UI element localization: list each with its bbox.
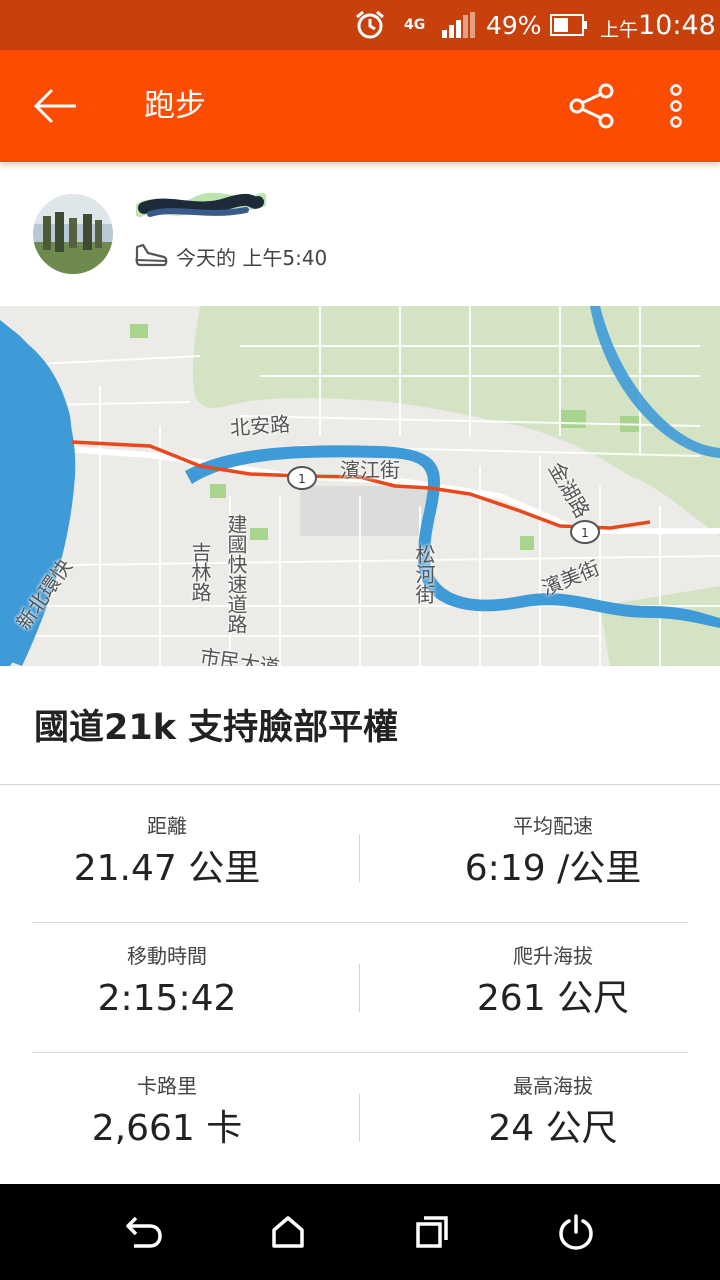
system-nav-bar bbox=[0, 1184, 720, 1280]
back-button[interactable] bbox=[20, 78, 90, 134]
clock: 10:48 bbox=[638, 9, 716, 41]
battery-percent: 49% bbox=[486, 10, 542, 40]
back-icon bbox=[126, 1216, 162, 1248]
home-icon bbox=[272, 1216, 304, 1248]
back-arrow-icon bbox=[33, 88, 76, 124]
stat-max-elevation: 最高海拔 24 公尺 bbox=[388, 1072, 718, 1154]
share-icon bbox=[569, 83, 614, 129]
avatar[interactable] bbox=[33, 194, 113, 274]
more-options-button[interactable] bbox=[654, 78, 698, 134]
stat-avg-pace: 平均配速 6:19 /公里 bbox=[388, 812, 718, 894]
nav-power-button[interactable] bbox=[546, 1202, 606, 1262]
stat-label: 距離 bbox=[147, 814, 187, 838]
status-bar: 4G 49% 上午 10:48 bbox=[0, 0, 720, 50]
stat-value: 6:19 /公里 bbox=[464, 848, 642, 889]
battery-icon bbox=[550, 0, 588, 50]
stat-distance: 距離 21.47 公里 bbox=[2, 812, 332, 894]
stat-label: 爬升海拔 bbox=[513, 944, 593, 968]
stat-value: 261 公尺 bbox=[476, 978, 630, 1019]
svg-text:1: 1 bbox=[298, 472, 306, 486]
map-label: 松河街 bbox=[412, 544, 436, 604]
divider bbox=[32, 922, 688, 923]
map-label: 吉林路 bbox=[188, 542, 212, 602]
network-type: 4G bbox=[404, 17, 426, 33]
divider bbox=[359, 964, 360, 1012]
stat-label: 卡路里 bbox=[137, 1074, 197, 1098]
page-title: 跑步 bbox=[144, 88, 206, 124]
activity-meta: 今天的 上午5:40 bbox=[134, 236, 327, 276]
divider bbox=[32, 1052, 688, 1053]
nav-recents-button[interactable] bbox=[402, 1202, 462, 1262]
stat-value: 21.47 公里 bbox=[73, 848, 261, 889]
signal-icon bbox=[442, 0, 476, 50]
nav-back-button[interactable] bbox=[114, 1202, 174, 1262]
shoe-icon bbox=[134, 241, 170, 271]
clock-prefix: 上午 bbox=[600, 18, 639, 41]
activity-time: 今天的 上午5:40 bbox=[176, 245, 328, 270]
stat-elevation-gain: 爬升海拔 261 公尺 bbox=[388, 942, 718, 1024]
stat-value: 2:15:42 bbox=[97, 978, 237, 1019]
route-map[interactable]: 1 1 北安路 濱江街 金湖路 吉林路 建國快速道路 松河街 濱美街 新北環快 … bbox=[0, 306, 720, 666]
username-redacted[interactable] bbox=[133, 190, 269, 224]
stat-moving-time: 移動時間 2:15:42 bbox=[2, 942, 332, 1024]
nav-home-button[interactable] bbox=[258, 1202, 318, 1262]
stat-value: 2,661 卡 bbox=[91, 1108, 243, 1149]
stat-calories: 卡路里 2,661 卡 bbox=[2, 1072, 332, 1154]
stat-value: 24 公尺 bbox=[488, 1108, 618, 1149]
svg-text:1: 1 bbox=[581, 526, 589, 540]
more-vert-icon bbox=[670, 84, 682, 128]
share-button[interactable] bbox=[560, 78, 624, 134]
app-bar: 跑步 bbox=[0, 50, 720, 162]
divider bbox=[0, 784, 720, 785]
divider bbox=[359, 834, 360, 882]
activity-title: 國道21k 支持臉部平權 bbox=[34, 708, 399, 748]
map-label: 建國快速道路 bbox=[224, 514, 248, 634]
map-label: 濱江街 bbox=[340, 458, 400, 482]
stat-label: 最高海拔 bbox=[513, 1074, 593, 1098]
recents-icon bbox=[416, 1216, 448, 1248]
alarm-icon bbox=[354, 0, 386, 50]
stat-label: 平均配速 bbox=[513, 814, 593, 838]
power-icon bbox=[559, 1214, 593, 1250]
map-label: 北安路 bbox=[229, 411, 291, 441]
divider bbox=[359, 1094, 360, 1142]
stat-label: 移動時間 bbox=[127, 944, 207, 968]
